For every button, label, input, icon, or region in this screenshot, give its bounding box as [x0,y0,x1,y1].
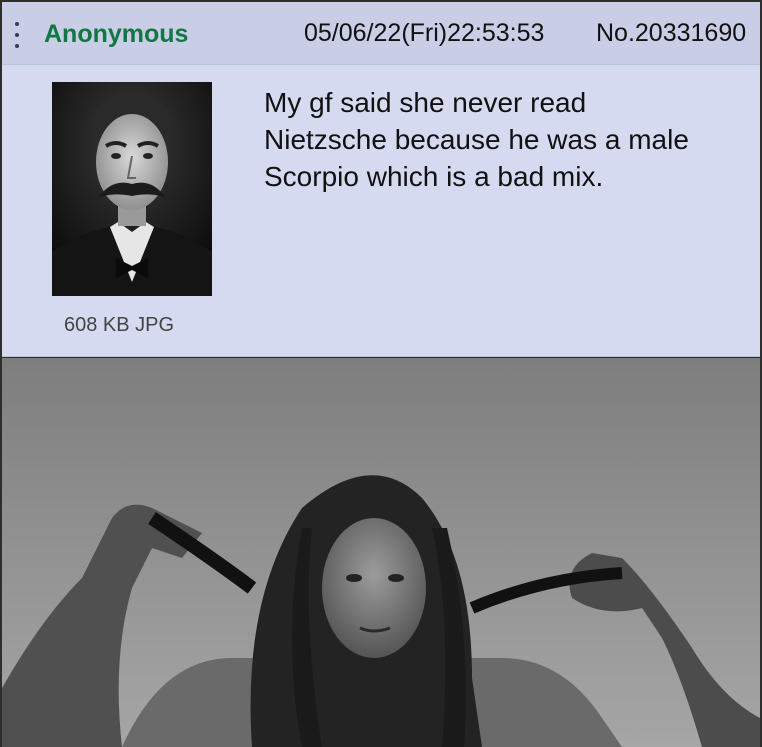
poster-name: Anonymous [44,20,189,48]
post-header: Anonymous 05/06/22(Fri)22:53:53 No.20331… [2,2,760,65]
comment-line: Scorpio which is a bad mix. [264,161,604,192]
post-number-link[interactable]: No.20331690 [596,19,760,48]
vertical-ellipsis-icon[interactable] [12,20,22,50]
comment-line: My gf said she never read [264,87,587,118]
file-info: 608 KB JPG [64,314,175,336]
reply-image-photo[interactable] [2,358,760,747]
attached-thumbnail-portrait[interactable] [52,82,212,296]
post-comment: My gf said she never read Nietzsche beca… [264,84,754,195]
post-datetime: 05/06/22(Fri)22:53:53 [304,19,545,47]
post-container: Anonymous 05/06/22(Fri)22:53:53 No.20331… [2,2,760,357]
comment-line: Nietzsche because he was a male [264,124,689,155]
